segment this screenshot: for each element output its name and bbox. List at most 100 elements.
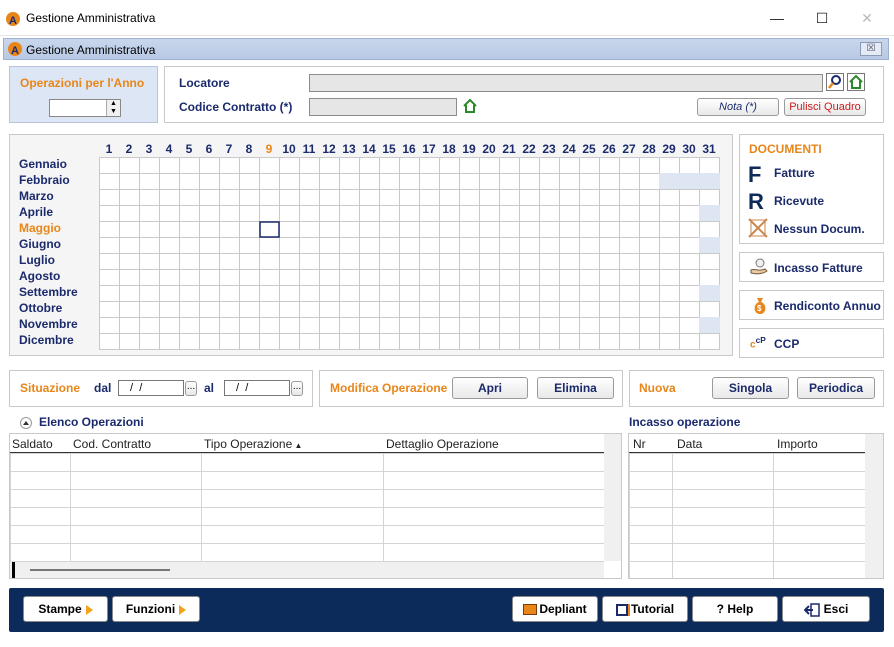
calendar-cell[interactable] (379, 285, 400, 302)
calendar-cell[interactable] (479, 205, 500, 222)
table-cell[interactable] (773, 453, 866, 472)
calendar-cell[interactable] (319, 205, 340, 222)
calendar-cell[interactable] (119, 157, 140, 174)
table-cell[interactable] (629, 543, 673, 562)
calendar-cell[interactable] (179, 333, 200, 350)
calendar-cell[interactable] (279, 189, 300, 206)
calendar-cell[interactable] (319, 253, 340, 270)
calendar-cell[interactable] (539, 221, 560, 238)
calendar-cell[interactable] (679, 157, 700, 174)
calendar-cell[interactable] (559, 221, 580, 238)
calendar-cell[interactable] (159, 269, 180, 286)
calendar-cell[interactable] (199, 221, 220, 238)
calendar-cell[interactable] (139, 221, 160, 238)
apri-button[interactable]: Apri (452, 377, 528, 399)
calendar-cell[interactable] (499, 205, 520, 222)
calendar-cell[interactable] (639, 221, 660, 238)
table-cell[interactable] (629, 453, 673, 472)
calendar-cell[interactable] (279, 205, 300, 222)
table-cell[interactable] (70, 489, 202, 508)
col-cod-contratto[interactable]: Cod. Contratto (73, 437, 151, 451)
calendar-cell[interactable] (419, 285, 440, 302)
calendar-cell[interactable] (639, 173, 660, 190)
calendar-cell[interactable] (259, 205, 280, 222)
calendar-cell[interactable] (239, 173, 260, 190)
table-cell[interactable] (773, 471, 866, 490)
calendar-cell[interactable] (179, 253, 200, 270)
calendar-cell[interactable] (459, 317, 480, 334)
table-cell[interactable] (201, 543, 384, 562)
calendar-cell[interactable] (439, 221, 460, 238)
calendar-cell[interactable] (119, 269, 140, 286)
calendar-cell[interactable] (419, 237, 440, 254)
calendar-cell[interactable] (359, 301, 380, 318)
calendar-cell[interactable] (199, 205, 220, 222)
calendar-cell[interactable] (399, 205, 420, 222)
calendar-cell[interactable] (359, 253, 380, 270)
calendar-cell[interactable] (439, 189, 460, 206)
calendar-cell[interactable] (139, 205, 160, 222)
calendar-cell[interactable] (319, 157, 340, 174)
table-cell[interactable] (672, 507, 774, 526)
calendar-cell[interactable] (619, 157, 640, 174)
calendar-cell[interactable] (279, 253, 300, 270)
calendar-cell[interactable] (679, 205, 700, 222)
calendar-cell[interactable] (519, 173, 540, 190)
calendar-cell[interactable] (639, 157, 660, 174)
calendar-cell[interactable] (599, 189, 620, 206)
calendar-cell[interactable] (259, 285, 280, 302)
calendar-cell[interactable] (159, 253, 180, 270)
ccp-button[interactable]: ccP CCP (739, 328, 884, 358)
table-cell[interactable] (70, 453, 202, 472)
calendar-cell[interactable] (259, 157, 280, 174)
calendar-cell[interactable] (539, 269, 560, 286)
calendar-cell[interactable] (519, 253, 540, 270)
calendar-cell[interactable] (619, 269, 640, 286)
calendar-cell[interactable] (579, 173, 600, 190)
home-icon[interactable] (461, 97, 479, 115)
calendar-cell[interactable] (199, 157, 220, 174)
pulisci-quadro-button[interactable]: Pulisci Quadro (784, 98, 866, 116)
calendar-cell[interactable] (119, 173, 140, 190)
table-cell[interactable] (672, 525, 774, 544)
table-cell[interactable] (201, 507, 384, 526)
col-data[interactable]: Data (677, 437, 702, 451)
calendar-cell[interactable] (519, 221, 540, 238)
calendar-cell[interactable] (659, 189, 680, 206)
calendar-cell[interactable] (159, 205, 180, 222)
maximize-button[interactable]: ☐ (807, 8, 837, 28)
calendar-cell[interactable] (579, 333, 600, 350)
calendar-cell[interactable] (139, 237, 160, 254)
calendar-cell[interactable] (559, 333, 580, 350)
calendar-cell[interactable] (319, 269, 340, 286)
calendar-cell[interactable] (699, 301, 720, 318)
calendar-cell[interactable] (519, 205, 540, 222)
calendar-cell[interactable] (359, 173, 380, 190)
calendar-cell[interactable] (139, 285, 160, 302)
calendar-cell[interactable] (479, 285, 500, 302)
calendar-cell[interactable] (439, 173, 460, 190)
calendar-cell[interactable] (239, 157, 260, 174)
calendar-cell[interactable] (639, 189, 660, 206)
calendar-cell[interactable] (439, 269, 460, 286)
table-cell[interactable] (70, 525, 202, 544)
calendar-cell[interactable] (239, 221, 260, 238)
calendar-cell[interactable] (459, 173, 480, 190)
calendar-cell[interactable] (619, 189, 640, 206)
table-cell[interactable] (383, 471, 605, 490)
calendar-cell[interactable] (219, 189, 240, 206)
incasso-rows[interactable] (629, 453, 865, 578)
search-icon[interactable] (826, 73, 844, 91)
table-cell[interactable] (383, 543, 605, 562)
calendar-cell[interactable] (159, 173, 180, 190)
calendar-cell[interactable] (179, 157, 200, 174)
calendar-cell[interactable] (459, 285, 480, 302)
calendar-cell[interactable] (399, 333, 420, 350)
home-icon[interactable] (847, 73, 865, 91)
calendar-cell[interactable] (259, 173, 280, 190)
calendar-cell[interactable] (539, 253, 560, 270)
table-cell[interactable] (773, 543, 866, 562)
calendar-cell[interactable] (419, 173, 440, 190)
calendar-cell[interactable] (339, 269, 360, 286)
calendar-cell[interactable] (659, 237, 680, 254)
